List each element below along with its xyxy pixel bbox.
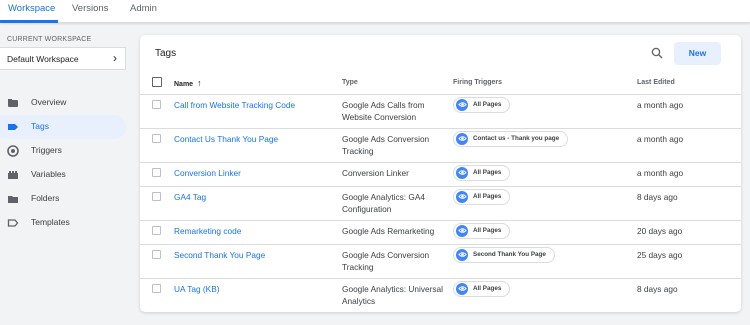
tags-card: Tags New Name ↑ Type Firing Triggers Las…	[140, 35, 741, 312]
current-workspace-label: CURRENT WORKSPACE	[7, 36, 92, 43]
search-icon[interactable]	[651, 47, 663, 59]
last-edited: 8 days ago	[637, 191, 678, 202]
tag-icon	[8, 124, 18, 130]
trigger-label: Contact us - Thank you page	[473, 135, 560, 142]
sidebar-item-overview[interactable]: Overview	[0, 91, 126, 115]
trigger-chip[interactable]: All Pages	[453, 164, 511, 181]
tag-type: Google Ads Calls from Website Conversion	[342, 99, 425, 122]
last-edited: 25 days ago	[637, 249, 683, 260]
row-checkbox[interactable]	[152, 249, 161, 259]
tag-name-link[interactable]: Call from Website Tracking Code	[174, 100, 295, 110]
workspace-name: Default Workspace	[7, 54, 79, 64]
tag-name-link[interactable]: Conversion Linker	[174, 168, 241, 178]
row-checkbox[interactable]	[152, 133, 161, 143]
tab-workspace[interactable]: Workspace	[8, 3, 55, 14]
last-edited: 8 days ago	[637, 283, 678, 294]
workspace-selector[interactable]: Default Workspace ›	[0, 47, 126, 70]
tag-type: Conversion Linker	[342, 167, 409, 178]
tab-admin[interactable]: Admin	[130, 3, 157, 14]
template-icon	[7, 219, 19, 227]
sidebar-item-folders[interactable]: Folders	[0, 187, 126, 211]
top-nav: Workspace Versions Admin	[0, 0, 750, 23]
tags-table: Name ↑ Type Firing Triggers Last Edited …	[140, 72, 741, 312]
tag-name-link[interactable]: UA Tag (KB)	[174, 284, 220, 294]
sidebar-item-label: Triggers	[31, 145, 62, 155]
eye-icon	[456, 190, 468, 203]
column-header-edited[interactable]: Last Edited	[637, 72, 741, 95]
eye-icon	[456, 248, 468, 261]
sidebar-item-label: Folders	[31, 193, 60, 203]
trigger-chip[interactable]: All Pages	[453, 280, 511, 297]
last-edited: a month ago	[637, 167, 684, 178]
eye-icon	[456, 132, 468, 145]
tag-name-link[interactable]: Contact Us Thank You Page	[174, 134, 278, 144]
table-row[interactable]: Remarketing code Google Ads Remarketing …	[140, 220, 741, 245]
row-checkbox[interactable]	[152, 191, 161, 201]
trigger-chip[interactable]: All Pages	[453, 188, 511, 205]
column-header-triggers[interactable]: Firing Triggers	[453, 72, 637, 95]
sidebar: CURRENT WORKSPACE Default Workspace › Ov…	[0, 23, 132, 325]
trigger-label: All Pages	[473, 169, 502, 176]
trigger-chip[interactable]: Second Thank You Page	[453, 246, 555, 263]
sidebar-item-templates[interactable]: Templates	[0, 211, 126, 235]
sort-arrow-up-icon: ↑	[197, 77, 202, 88]
sidebar-item-tags[interactable]: Tags	[0, 115, 126, 139]
last-edited: a month ago	[637, 99, 684, 110]
row-checkbox[interactable]	[152, 283, 161, 293]
sidebar-item-triggers[interactable]: Triggers	[0, 139, 126, 163]
tag-type: Google Ads Remarketing	[342, 225, 435, 236]
trigger-chip[interactable]: Contact us - Thank you page	[453, 130, 569, 147]
table-row[interactable]: Conversion Linker Conversion Linker All …	[140, 162, 741, 187]
last-edited: 20 days ago	[637, 225, 683, 236]
eye-icon	[456, 224, 468, 237]
trigger-chip[interactable]: All Pages	[453, 222, 511, 239]
trigger-label: All Pages	[473, 101, 502, 108]
tag-name-link[interactable]: GA4 Tag	[174, 192, 206, 202]
eye-icon	[456, 282, 468, 295]
overview-icon	[8, 99, 18, 107]
trigger-label: All Pages	[473, 227, 502, 234]
table-row[interactable]: Contact Us Thank You Page Google Ads Con…	[140, 128, 741, 163]
select-all-checkbox[interactable]	[152, 76, 162, 87]
sidebar-item-variables[interactable]: Variables	[0, 163, 126, 187]
column-header-type[interactable]: Type	[342, 72, 453, 95]
row-checkbox[interactable]	[152, 99, 161, 109]
trigger-label: All Pages	[473, 285, 502, 292]
tag-type: Google Analytics: Universal Analytics	[342, 283, 443, 306]
chevron-right-icon: ›	[113, 51, 117, 65]
sidebar-item-label: Variables	[31, 169, 66, 179]
column-header-name[interactable]: Name ↑	[174, 72, 342, 95]
tag-name-link[interactable]: Second Thank You Page	[174, 250, 265, 260]
table-row[interactable]: GA4 Tag Google Analytics: GA4 Configurat…	[140, 186, 741, 221]
table-row[interactable]: Second Thank You Page Google Ads Convers…	[140, 244, 741, 279]
tag-type: Google Ads Conversion Tracking	[342, 133, 430, 156]
row-checkbox[interactable]	[152, 167, 161, 177]
trigger-icon	[7, 145, 19, 157]
trigger-label: All Pages	[473, 193, 502, 200]
row-checkbox[interactable]	[152, 225, 161, 235]
trigger-label: Second Thank You Page	[473, 251, 546, 258]
new-tag-button[interactable]: New	[674, 42, 721, 65]
variables-icon	[8, 171, 18, 179]
tag-type: Google Ads Conversion Tracking	[342, 249, 430, 272]
tab-versions[interactable]: Versions	[72, 3, 108, 14]
eye-icon	[456, 166, 468, 179]
table-row[interactable]: Call from Website Tracking Code Google A…	[140, 94, 741, 129]
eye-icon	[456, 98, 468, 111]
tag-name-link[interactable]: Remarketing code	[174, 226, 241, 236]
last-edited: a month ago	[637, 133, 684, 144]
table-row[interactable]: UA Tag (KB) Google Analytics: Universal …	[140, 278, 741, 312]
sidebar-item-label: Overview	[31, 97, 67, 107]
trigger-chip[interactable]: All Pages	[453, 96, 511, 113]
sidebar-item-label: Templates	[31, 217, 70, 227]
folder-icon	[8, 196, 18, 203]
table-header-row: Name ↑ Type Firing Triggers Last Edited	[140, 72, 741, 95]
tag-type: Google Analytics: GA4 Configuration	[342, 191, 426, 214]
page-title: Tags	[155, 48, 177, 59]
sidebar-item-label: Tags	[31, 121, 49, 131]
